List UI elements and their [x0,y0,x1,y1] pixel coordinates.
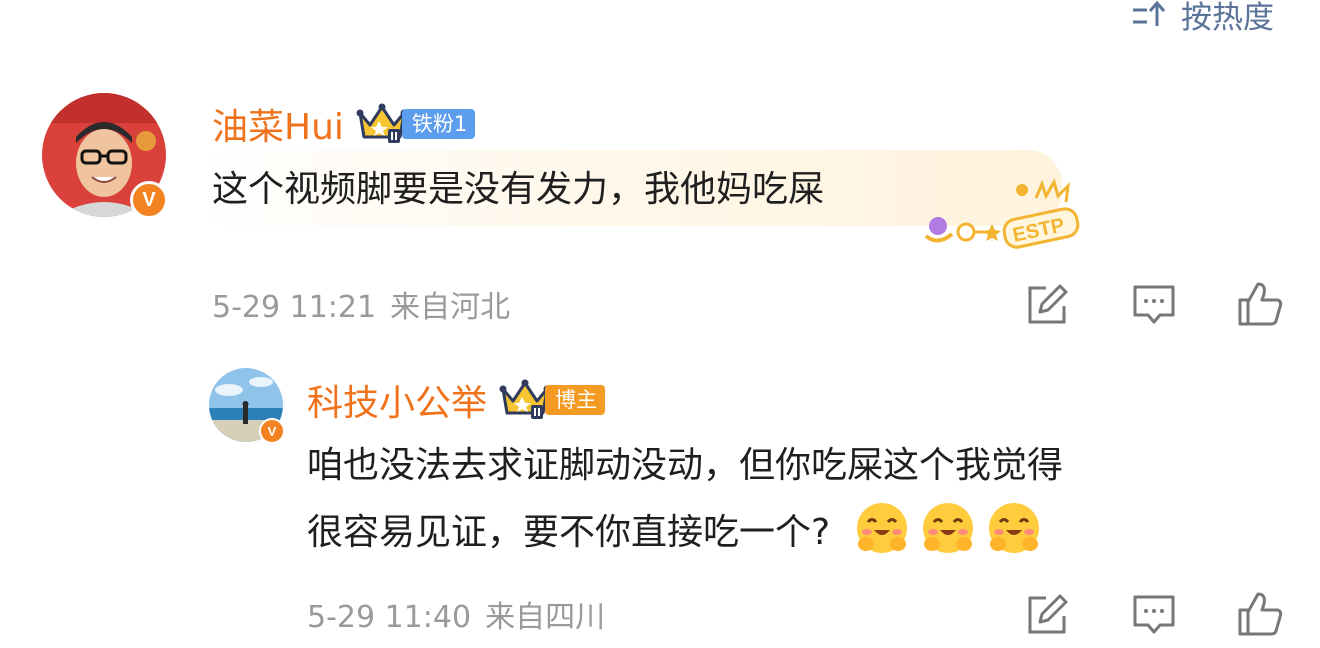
reply-text-line-1: 咱也没法去求证脚动没动，但你吃屎这个我觉得 [307,445,1064,486]
avatar[interactable]: V [42,93,168,219]
hug-emoji [989,503,1040,553]
crown-icon [499,379,551,419]
share-icon[interactable] [1024,590,1072,638]
sort-by-hot-button[interactable]: 按热度 [1131,0,1274,36]
author-badge-label: 博主 [545,385,606,415]
share-icon[interactable] [1024,280,1072,328]
reply-actions [1024,590,1284,638]
comment-text: 这个视频脚要是没有发力，我他妈吃屎 [212,169,825,210]
sort-label: 按热度 [1181,0,1274,36]
estp-sticker: ESTP [924,178,1080,249]
reply-text: 很容易见证，要不你直接吃一个? [307,512,831,553]
verified-v-icon: V [259,418,285,444]
reply-location: 来自四川 [485,600,606,635]
like-icon[interactable] [1236,280,1284,328]
reply-meta: 5-29 11:40 来自四川 [307,592,605,636]
comment-location: 来自河北 [390,290,511,325]
comment-actions [1024,280,1284,328]
verified-v-icon: V [130,181,168,219]
username[interactable]: 油菜Hui [212,98,344,150]
reply-text-line-2: 很容易见证，要不你直接吃一个? [307,499,1042,566]
avatar[interactable]: V [209,368,285,444]
author-badge[interactable]: 博主 [499,379,606,419]
hug-emoji [857,503,908,553]
comment-icon[interactable] [1130,280,1178,328]
sort-icon [1133,0,1166,26]
comment-meta: 5-29 11:21 来自河北 [212,282,510,326]
username[interactable]: 科技小公举 [307,374,487,426]
comment-date: 5-29 11:21 [212,290,377,325]
hug-emoji [923,503,974,553]
fan-badge[interactable]: 铁粉1 [356,103,476,143]
crown-icon [356,103,408,143]
comment-icon[interactable] [1130,590,1178,638]
like-icon[interactable] [1236,590,1284,638]
reply-date: 5-29 11:40 [307,600,472,635]
fan-badge-label: 铁粉1 [401,109,476,139]
